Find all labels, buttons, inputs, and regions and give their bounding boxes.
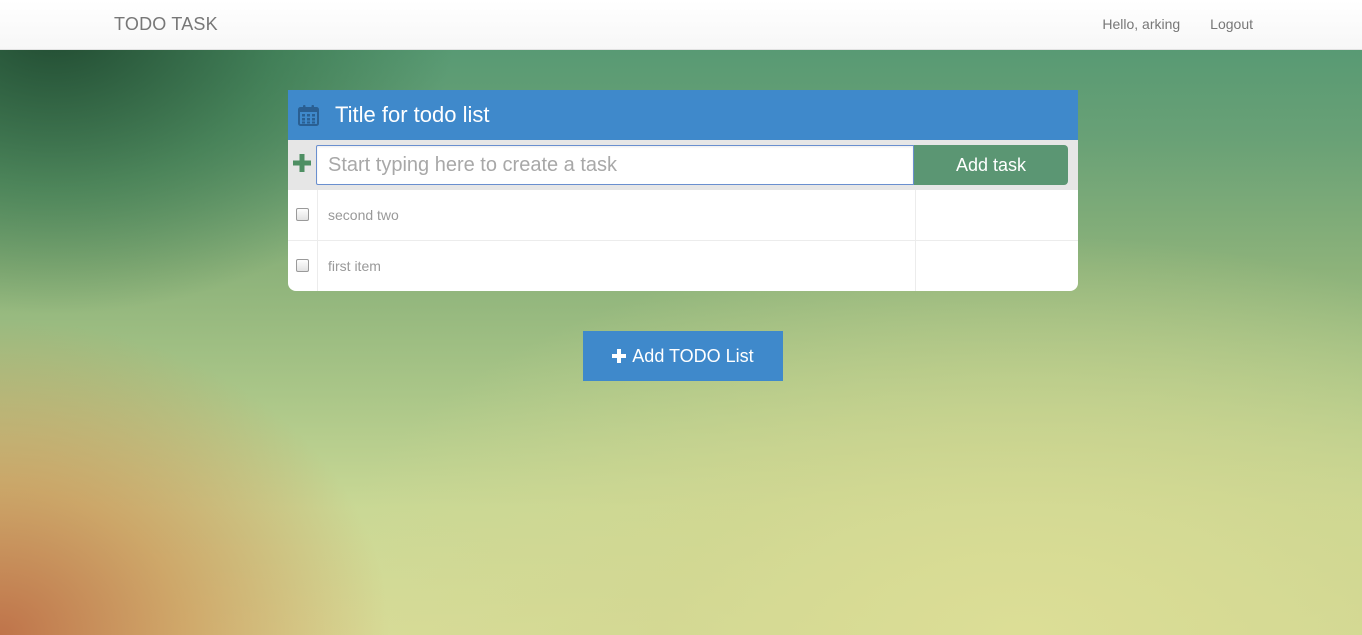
calendar-icon <box>298 105 319 126</box>
task-text[interactable]: second two <box>318 190 916 240</box>
task-text[interactable]: first item <box>318 241 916 291</box>
task-checkbox-cell <box>288 190 318 240</box>
todo-list-header: Title for todo list <box>288 90 1078 140</box>
todo-list-card: Title for todo list Add task second two … <box>288 90 1078 291</box>
navbar: TODO TASK Hello, arking Logout <box>0 0 1362 50</box>
add-task-button[interactable]: Add task <box>914 145 1068 185</box>
task-row: second two <box>288 190 1078 241</box>
logout-link[interactable]: Logout <box>1210 16 1253 32</box>
new-task-input[interactable] <box>316 145 914 185</box>
task-checkbox-cell <box>288 241 318 291</box>
add-todo-list-label: Add TODO List <box>632 345 754 366</box>
task-row: first item <box>288 241 1078 291</box>
add-task-row: Add task <box>288 140 1078 190</box>
nav-right: Hello, arking Logout <box>1102 16 1253 32</box>
todo-list-title[interactable]: Title for todo list <box>335 102 489 128</box>
plus-icon <box>612 349 627 363</box>
user-greeting-link[interactable]: Hello, arking <box>1102 16 1180 32</box>
brand-link[interactable]: TODO TASK <box>114 14 218 35</box>
task-checkbox[interactable] <box>296 258 309 272</box>
task-actions-cell <box>916 190 1078 240</box>
task-checkbox[interactable] <box>296 207 309 221</box>
task-actions-cell <box>916 241 1078 291</box>
add-todo-list-button[interactable]: Add TODO List <box>583 331 783 381</box>
plus-icon <box>293 154 311 172</box>
